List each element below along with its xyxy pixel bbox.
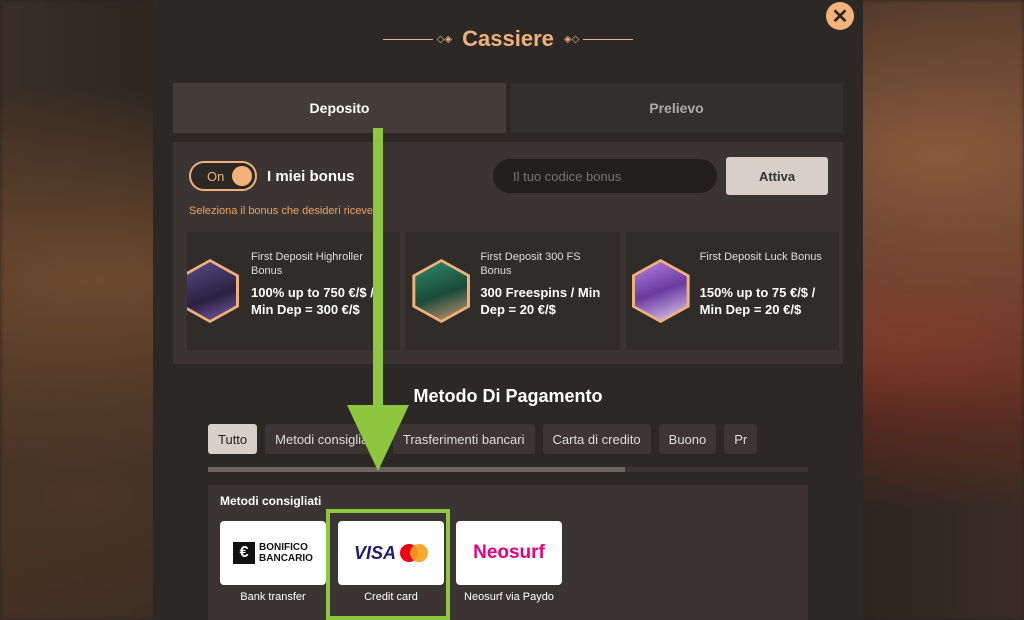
title-ornament-left: ◇◈ (382, 34, 452, 45)
recommended-methods-panel: Metodi consigliati € BONIFICO BANCARIO Ba… (208, 485, 808, 620)
filter-chip-bank-transfer[interactable]: Trasferimenti bancari (392, 424, 535, 454)
bank-logo-text: BONIFICO BANCARIO (259, 542, 313, 564)
neosurf-logo-text: Neosurf (473, 542, 545, 563)
cashier-modal: ◇◈ Cassiere ◈◇ Deposito Prelievo On I mi… (153, 0, 863, 620)
modal-title: Cassiere (462, 26, 554, 51)
tab-deposit[interactable]: Deposito (173, 83, 506, 133)
bonus-card-name: First Deposit Highroller Bonus (251, 251, 363, 277)
annotation-arrow-shaft (373, 128, 383, 428)
payment-method-heading: Metodo Di Pagamento (413, 386, 603, 406)
bonus-card-name: First Deposit 300 FS Bonus (480, 251, 581, 277)
close-icon[interactable]: ✕ (826, 2, 854, 30)
filter-scrollbar[interactable] (208, 467, 808, 472)
tab-withdraw[interactable]: Prelievo (510, 83, 843, 133)
method-label: Neosurf via Paydo (464, 591, 554, 603)
old-wizard-avatar-icon (631, 259, 690, 323)
wizard-avatar-icon (187, 259, 239, 323)
bonus-card-highroller[interactable]: First Deposit Highroller Bonus 100% up t… (187, 232, 401, 350)
bonus-card-description: 100% up to 750 €/$ / Min Dep = 300 €/$ (251, 285, 374, 317)
neosurf-logo: Neosurf (456, 521, 562, 585)
bonus-code-input[interactable] (493, 159, 717, 193)
annotation-arrow-head (347, 405, 409, 471)
filter-chip-credit-card[interactable]: Carta di credito (542, 424, 651, 454)
title-ornament-right: ◈◇ (564, 34, 634, 45)
toggle-label: On (207, 168, 225, 184)
toggle-knob (232, 166, 252, 186)
bonus-card-freespins[interactable]: First Deposit 300 FS Bonus 300 Freespins… (406, 232, 620, 350)
bonus-card-list: First Deposit Highroller Bonus 100% up t… (187, 232, 839, 350)
method-bank-transfer[interactable]: € BONIFICO BANCARIO Bank transfer (220, 521, 326, 603)
recommended-methods-title: Metodi consigliati (220, 494, 322, 508)
method-label: Bank transfer (240, 591, 306, 603)
bonus-card-description: 150% up to 75 €/$ / Min Dep = 20 €/$ (699, 285, 816, 317)
bonus-panel: On I miei bonus Attiva Seleziona il bonu… (173, 142, 843, 364)
my-bonus-label: I miei bonus (267, 168, 355, 185)
bonus-card-description: 300 Freespins / Min Dep = 20 €/$ (480, 285, 601, 317)
method-neosurf[interactable]: Neosurf Neosurf via Paydo (456, 521, 562, 603)
euro-icon: € (233, 542, 256, 564)
scrollbar-thumb[interactable] (208, 467, 625, 472)
bonus-card-name: First Deposit Luck Bonus (699, 251, 822, 263)
filter-chip-more[interactable]: Pr (724, 424, 758, 454)
filter-chip-all[interactable]: Tutto (208, 424, 258, 454)
filter-chip-voucher[interactable]: Buono (658, 424, 717, 454)
modal-header: ◇◈ Cassiere ◈◇ (153, 26, 863, 52)
bonus-select-hint: Seleziona il bonus che desideri ricevere (189, 205, 383, 217)
bonus-toggle[interactable]: On (189, 161, 257, 191)
sorceress-avatar-icon (412, 259, 471, 323)
credit-card-highlight-box (326, 509, 450, 620)
payment-filter-chips: Tutto Metodi consigliati Trasferimenti b… (208, 424, 808, 456)
activate-button[interactable]: Attiva (726, 157, 828, 195)
bonus-card-luck[interactable]: First Deposit Luck Bonus 150% up to 75 €… (625, 232, 839, 350)
cashier-tabs: Deposito Prelievo (173, 83, 843, 133)
bank-transfer-logo: € BONIFICO BANCARIO (220, 521, 326, 585)
